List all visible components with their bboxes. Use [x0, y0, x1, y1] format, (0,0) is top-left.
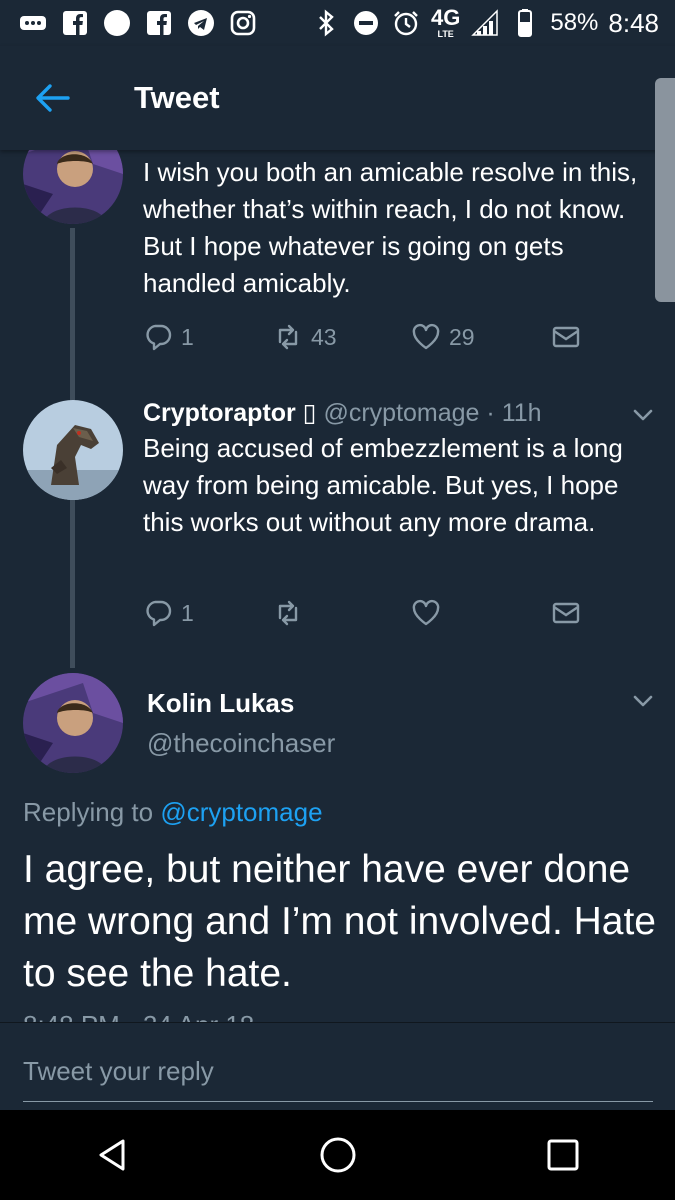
scrollbar[interactable]: [655, 78, 675, 302]
reply-icon: [146, 324, 172, 351]
reply-bar: [0, 1022, 675, 1111]
battery-icon: [510, 8, 540, 38]
verified-glyph: ▯: [302, 399, 317, 427]
message-button[interactable]: [551, 598, 581, 628]
avatar[interactable]: [23, 400, 123, 500]
replying-prefix: Replying to: [23, 797, 161, 827]
retweet-count: 43: [311, 323, 337, 350]
battery-percent: 58%: [550, 9, 599, 36]
facebook-icon: [60, 8, 90, 38]
retweet-button[interactable]: [273, 598, 411, 628]
chevron-down-icon[interactable]: [630, 688, 656, 714]
like-count: 29: [449, 323, 475, 350]
nav-back-button[interactable]: [78, 1120, 148, 1190]
reply-count: 1: [181, 323, 194, 350]
more-icon: [18, 8, 48, 38]
reply-input[interactable]: [23, 1041, 653, 1102]
like-button[interactable]: [411, 598, 551, 628]
telegram-icon: [186, 8, 216, 38]
signal-icon: [470, 8, 500, 38]
retweet-icon: [278, 324, 298, 350]
recents-square-icon: [547, 1139, 578, 1171]
envelope-icon: [552, 602, 580, 624]
display-name[interactable]: Kolin Lukas: [147, 688, 294, 719]
reply-icon: [146, 600, 172, 627]
nav-recents-button[interactable]: [528, 1120, 598, 1190]
handle[interactable]: @thecoinchaser: [147, 728, 335, 759]
tweet-time: · 11h: [486, 399, 542, 427]
facebook-icon: [144, 8, 174, 38]
system-nav-bar: [0, 1110, 675, 1200]
back-button[interactable]: [22, 68, 82, 128]
avatar[interactable]: [23, 673, 123, 773]
like-button[interactable]: 29: [411, 322, 551, 352]
network-type: 4G LTE: [430, 5, 461, 40]
envelope-icon: [552, 326, 580, 348]
chevron-down-icon[interactable]: [630, 402, 656, 428]
message-button[interactable]: [551, 322, 581, 352]
arrow-left-icon: [36, 84, 70, 112]
display-name[interactable]: Cryptoraptor: [143, 399, 296, 427]
main-tweet-text: I agree, but neither have ever done me w…: [23, 848, 656, 995]
tweet-actions: 1 43 29: [143, 322, 581, 352]
heart-icon: [412, 599, 440, 626]
retweet-icon: [278, 600, 298, 626]
tweet-timestamp: 8:48 PM · 24 Apr 18: [23, 1014, 254, 1022]
tweet-text: Being accused of embezzlement is a long …: [143, 433, 623, 537]
tweet-text: I wish you both an amicable resolve in t…: [143, 157, 638, 298]
handle[interactable]: @cryptomage: [323, 399, 479, 427]
reply-button[interactable]: 1: [143, 322, 273, 352]
top-app-bar: Tweet: [0, 46, 675, 150]
do-not-disturb-icon: [351, 8, 381, 38]
heart-icon: [412, 323, 440, 350]
tweet-header: Cryptoraptor ▯ @cryptomage · 11h: [143, 398, 542, 428]
tweet-actions: 1: [143, 598, 581, 628]
replying-to: Replying to @cryptomage: [23, 797, 323, 828]
home-circle-icon: [320, 1137, 355, 1173]
nav-home-button[interactable]: [303, 1120, 373, 1190]
back-triangle-icon: [99, 1139, 124, 1171]
thread-line: [70, 500, 75, 668]
instagram-icon: [228, 8, 258, 38]
conversation-feed[interactable]: I wish you both an amicable resolve in t…: [0, 150, 675, 1022]
retweet-button[interactable]: 43: [273, 322, 411, 352]
mention-link[interactable]: @cryptomage: [160, 797, 322, 827]
alarm-icon: [391, 8, 421, 38]
reply-button[interactable]: 1: [143, 598, 273, 628]
circle-icon: [102, 8, 132, 38]
page-title: Tweet: [134, 80, 220, 115]
avatar[interactable]: [23, 150, 123, 224]
clock: 8:48: [608, 7, 659, 38]
reply-count: 1: [181, 599, 194, 626]
status-bar: 4G LTE 58% 8:48: [0, 0, 675, 46]
bluetooth-icon: [311, 8, 341, 38]
